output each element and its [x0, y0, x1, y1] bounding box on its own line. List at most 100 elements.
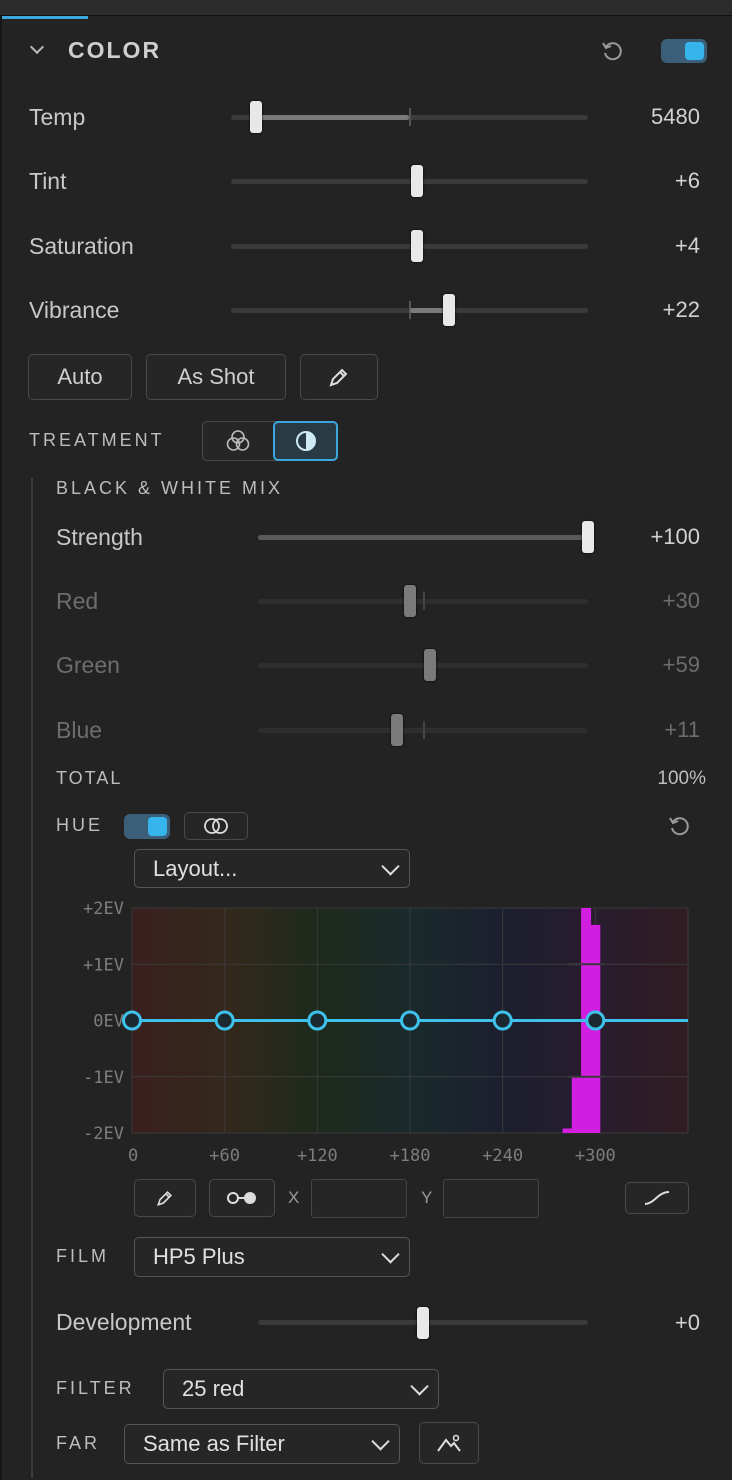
active-tab-indicator	[0, 16, 88, 19]
bw-red-thumb[interactable]	[403, 585, 416, 617]
overlap-circles-icon	[204, 818, 228, 834]
temp-thumb[interactable]	[249, 101, 262, 133]
bw-mix-title: BLACK & WHITE MIX	[56, 478, 284, 498]
bw-green-value: +59	[662, 652, 700, 677]
eyedropper-button[interactable]	[300, 354, 378, 400]
x-tick-label: +120	[297, 1146, 338, 1166]
curve-point[interactable]	[400, 1010, 420, 1031]
x-tick-label: +180	[390, 1146, 431, 1166]
curve-eyedropper-button[interactable]	[134, 1179, 196, 1217]
bw-green-thumb[interactable]	[423, 649, 436, 681]
saturation-value: +4	[674, 233, 700, 258]
bw-green-label: Green	[56, 652, 120, 678]
treatment-label: TREATMENT	[29, 430, 165, 450]
curve-point[interactable]	[122, 1010, 142, 1031]
curve-point[interactable]	[585, 1010, 606, 1031]
filter-label: FILTER	[56, 1378, 135, 1398]
top-bar	[0, 0, 732, 16]
bw-red-label: Red	[56, 588, 99, 614]
filter-select[interactable]: 25 red	[163, 1369, 439, 1409]
bw-blue-value: +11	[664, 717, 700, 742]
curve-smooth-button[interactable]	[625, 1182, 689, 1214]
film-label: FILM	[56, 1246, 110, 1266]
treatment-segmented	[202, 421, 338, 461]
bw-red-mark	[423, 592, 425, 610]
color-circles-icon	[226, 430, 250, 451]
y-input[interactable]	[443, 1179, 539, 1218]
eyedropper-icon	[157, 1190, 173, 1206]
collapse-chevron-icon[interactable]	[29, 39, 45, 55]
saturation-thumb[interactable]	[410, 230, 423, 262]
temp-fill	[255, 115, 410, 120]
histogram-bar	[562, 1128, 573, 1133]
hue-curve-chart[interactable]: +2EV +1EV 0EV -1EV -2EV 0 +60 +120 +180 +240 +300	[60, 898, 700, 1170]
y-label: Y	[421, 1188, 433, 1207]
film-select-value: HP5 Plus	[153, 1244, 245, 1269]
total-value: 100%	[657, 768, 706, 789]
point-link-icon	[227, 1192, 256, 1204]
layout-select-value: Layout...	[153, 855, 238, 881]
x-tick-label: +60	[209, 1146, 240, 1166]
y-tick-label: -2EV	[83, 1124, 124, 1144]
curve-point[interactable]	[492, 1010, 513, 1031]
eyedropper-icon	[329, 368, 348, 387]
bw-blue-label: Blue	[56, 717, 103, 743]
x-tick-label: 0	[128, 1146, 138, 1166]
bw-strength-fill	[258, 535, 588, 540]
as-shot-button[interactable]: As Shot	[146, 354, 286, 400]
saturation-label: Saturation	[29, 233, 134, 259]
film-select[interactable]: HP5 Plus	[134, 1237, 410, 1277]
curve-point[interactable]	[214, 1010, 235, 1031]
histogram-bar	[571, 1076, 582, 1133]
treatment-bw-option[interactable]	[273, 421, 338, 461]
x-input[interactable]	[311, 1179, 407, 1218]
color-enable-toggle[interactable]	[661, 39, 707, 63]
far-label: FAR	[56, 1433, 101, 1453]
vibrance-thumb[interactable]	[442, 294, 455, 326]
chevron-down-icon	[371, 1432, 390, 1451]
filter-select-value: 25 red	[182, 1376, 245, 1401]
layout-select[interactable]: Layout...	[134, 849, 410, 888]
bw-blue-mark	[423, 721, 425, 739]
hue-label: HUE	[56, 815, 104, 835]
tint-thumb[interactable]	[410, 165, 423, 197]
tint-value: +6	[674, 168, 700, 193]
section-title-color: COLOR	[68, 37, 162, 63]
y-tick-label: +2EV	[83, 899, 124, 919]
total-label: TOTAL	[56, 768, 123, 788]
hue-link-button[interactable]	[184, 812, 248, 840]
far-mountain-button[interactable]	[419, 1422, 479, 1464]
auto-button[interactable]: Auto	[28, 354, 132, 400]
chevron-down-icon	[410, 1377, 429, 1396]
chevron-down-icon	[381, 856, 400, 876]
vibrance-value: +22	[662, 297, 700, 322]
saturation-track[interactable]	[231, 244, 588, 249]
point-mode-button[interactable]	[209, 1179, 275, 1217]
bw-section-guide	[31, 478, 33, 1478]
x-tick-label: +240	[482, 1146, 523, 1166]
far-select[interactable]: Same as Filter	[124, 1424, 400, 1464]
mountain-icon	[437, 1434, 461, 1452]
treatment-color-option[interactable]	[203, 422, 273, 460]
bw-blue-thumb[interactable]	[390, 714, 403, 746]
chevron-down-icon	[381, 1245, 400, 1264]
panel-left-border	[0, 16, 2, 1480]
y-tick-label: 0EV	[93, 1012, 124, 1032]
development-thumb[interactable]	[417, 1307, 429, 1339]
y-tick-label: -1EV	[83, 1068, 124, 1088]
hue-enable-toggle[interactable]	[124, 814, 170, 839]
y-tick-label: +1EV	[83, 955, 124, 975]
hue-reset-icon[interactable]	[667, 813, 693, 839]
x-tick-label: +300	[575, 1146, 616, 1166]
vibrance-label: Vibrance	[29, 297, 120, 323]
curve-point[interactable]	[307, 1010, 328, 1031]
curve-icon	[644, 1191, 670, 1205]
reset-icon[interactable]	[600, 38, 626, 64]
far-select-value: Same as Filter	[143, 1431, 285, 1456]
black-white-icon	[295, 431, 316, 451]
tint-track[interactable]	[231, 179, 588, 184]
development-value: +0	[674, 1310, 700, 1335]
bw-red-value: +30	[662, 588, 700, 613]
development-label: Development	[56, 1309, 192, 1335]
bw-strength-value: +100	[650, 524, 700, 549]
